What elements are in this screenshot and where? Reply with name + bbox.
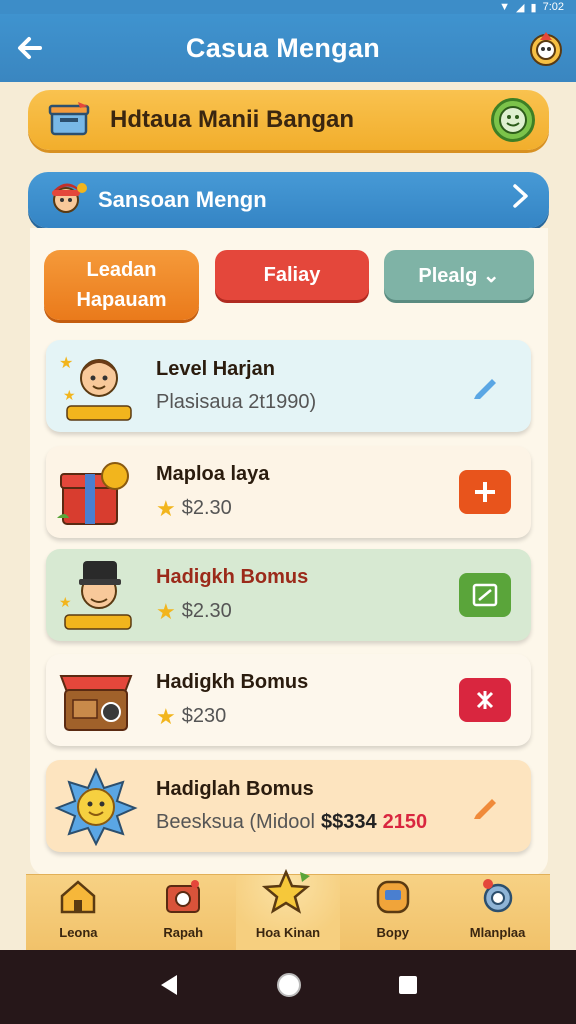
system-back-icon[interactable]	[157, 972, 181, 1003]
plus-icon[interactable]	[459, 470, 511, 514]
shop-stand-icon	[46, 654, 146, 746]
sun-icon	[46, 760, 146, 852]
cross-icon[interactable]	[459, 678, 511, 722]
item-title: Maploa laya	[156, 462, 270, 485]
star-icon	[261, 868, 314, 917]
star-icon: ★	[156, 703, 176, 729]
item-price-value: $$334	[320, 811, 377, 833]
app-header: Casua Mengan	[0, 14, 576, 82]
bag-icon	[373, 878, 413, 917]
settings-icon	[478, 878, 518, 917]
nav-hoa-kinan[interactable]: Hoa Kinan	[235, 868, 341, 950]
nav-rapah-label: Rapah	[163, 925, 204, 940]
nav-bopy-label: Bopy	[376, 925, 410, 940]
nav-hoa-kinan-label: Hoa Kinan	[255, 925, 321, 940]
star-icon: ★	[156, 495, 176, 521]
promo-banner[interactable]: Hdtaua Manii Bangan	[28, 90, 549, 150]
nav-rapah[interactable]: Rapah	[131, 875, 236, 950]
tab-leadan-line2: Hapauam	[76, 289, 167, 311]
character-icon	[48, 180, 88, 221]
list-item[interactable]: ★ ★ Level Harjan Plasisaua 2t1990)	[46, 340, 531, 432]
tab-bar: Leadan Hapauam Faliay Plealg ⌄	[44, 250, 534, 322]
system-nav-bar	[0, 950, 576, 1024]
item-title: Hadiglah Bomus	[156, 778, 314, 800]
nav-bopy[interactable]: Bopy	[340, 875, 445, 950]
gift-box-icon	[48, 98, 94, 143]
item-price: ★ $2.30	[156, 599, 459, 625]
captain-avatar-icon: ★	[46, 549, 146, 641]
promo-banner-text: Hdtaua Manii Bangan	[110, 106, 355, 133]
tab-faliay[interactable]: Faliay	[215, 250, 369, 300]
back-arrow-icon[interactable]	[0, 14, 60, 82]
item-price-prefix: Beesksua (Midool	[156, 811, 315, 833]
item-price-text: $2.30	[181, 600, 232, 622]
list-item[interactable]: Maploa laya ★ $2.30	[46, 446, 531, 538]
mascot-icon[interactable]	[516, 14, 576, 82]
home-icon	[58, 878, 98, 917]
tab-leadan[interactable]: Leadan Hapauam	[44, 250, 199, 320]
system-recents-icon[interactable]	[397, 974, 419, 1001]
camera-icon	[163, 878, 203, 917]
svg-text:★: ★	[59, 594, 72, 610]
nav-mlanplaa-label: Mlanplaa	[469, 925, 526, 940]
boy-avatar-icon: ★ ★	[46, 340, 146, 432]
section-selector[interactable]: Sansoan Mengn	[28, 172, 549, 228]
item-subtitle: Plasisaua 2t1990)	[156, 391, 459, 414]
section-selector-text: Sansoan Mengn	[98, 187, 267, 212]
item-price-text: $230	[181, 705, 227, 727]
wifi-icon: ▼	[499, 1, 511, 13]
list-item[interactable]: ★ Hadigkh Bomus ★ $2.30	[46, 549, 531, 641]
pencil-icon[interactable]	[459, 784, 511, 828]
smiley-icon[interactable]	[491, 98, 535, 142]
signal-icon: ◢	[516, 1, 525, 14]
list-item[interactable]: Hadigkh Bomus ★ $230	[46, 654, 531, 746]
edit-icon[interactable]	[459, 573, 511, 617]
item-price: ★ $2.30	[156, 496, 459, 522]
item-price-highlight: 2150	[382, 811, 428, 833]
item-price-text: $2.30	[181, 497, 232, 519]
nav-leona-label: Leona	[59, 925, 98, 940]
svg-text:★: ★	[63, 387, 76, 403]
battery-icon: ▮	[530, 1, 537, 14]
item-title: Hadigkh Bomus	[156, 565, 309, 588]
item-title: Hadigkh Bomus	[156, 670, 309, 693]
item-price: Beesksua (Midool $$334 2150	[156, 811, 459, 834]
list-item[interactable]: Hadiglah Bomus Beesksua (Midool $$334 21…	[46, 760, 531, 852]
chevron-right-icon	[509, 183, 531, 217]
tab-plealg-dropdown[interactable]: Plealg ⌄	[384, 250, 534, 300]
nav-mlanplaa[interactable]: Mlanplaa	[445, 875, 550, 950]
tab-plealg-label: Plealg ⌄	[418, 264, 500, 287]
page-title: Casua Mengan	[185, 32, 381, 63]
tab-faliay-label: Faliay	[263, 263, 321, 286]
nav-leona[interactable]: Leona	[26, 875, 131, 950]
star-icon: ★	[156, 598, 176, 624]
pencil-icon[interactable]	[459, 364, 511, 408]
clock: 7:02	[542, 1, 564, 13]
item-title: Level Harjan	[156, 358, 275, 380]
gift-box-icon	[46, 446, 146, 538]
tab-leadan-line1: Leadan	[86, 259, 157, 281]
bottom-nav: Leona Rapah Hoa Kinan Bopy Mlanplaa	[26, 868, 550, 950]
status-bar: ▼ ◢ ▮ 7:02	[0, 0, 576, 14]
svg-text:★: ★	[59, 355, 73, 372]
item-price: ★ $230	[156, 704, 459, 730]
item-subtitle-text: Plasisaua 2t1990)	[156, 391, 317, 413]
system-home-icon[interactable]	[275, 971, 303, 1004]
